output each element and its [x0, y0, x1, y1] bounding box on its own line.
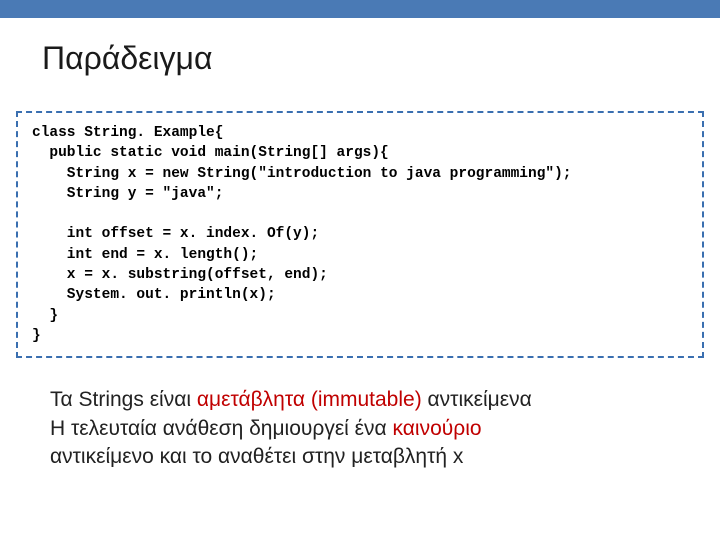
accent-bar — [0, 0, 720, 18]
code-line: int end = x. length(); — [32, 247, 258, 263]
code-line: public static void main(String[] args){ — [32, 145, 389, 161]
explain-text: Η τελευταία ανάθεση δημιουργεί ένα — [50, 417, 393, 440]
highlight-immutable: αμετάβλητα (immutable) — [197, 388, 422, 411]
explain-text: αντικείμενα — [422, 388, 532, 411]
code-string-literal: "introduction to java programming" — [258, 166, 554, 182]
code-line: ; — [215, 186, 224, 202]
code-line: String y = — [32, 186, 163, 202]
code-line: class String. Example{ — [32, 125, 223, 141]
code-line: ); — [554, 166, 571, 182]
explain-line-1: Τα Strings είναι αμετάβλητα (immutable) … — [50, 386, 720, 414]
code-string-literal: "java" — [163, 186, 215, 202]
explain-text: Τα Strings είναι — [50, 388, 197, 411]
highlight-new: καινούριο — [393, 417, 482, 440]
explain-line-2: Η τελευταία ανάθεση δημιουργεί ένα καινο… — [50, 415, 720, 443]
code-line: System. out. println(x); — [32, 287, 276, 303]
code-line: } — [32, 328, 41, 344]
code-line: int offset = x. index. Of(y); — [32, 226, 319, 242]
code-line: String x = new String( — [32, 166, 258, 182]
explanation-text: Τα Strings είναι αμετάβλητα (immutable) … — [50, 386, 720, 471]
slide-title: Παράδειγμα — [0, 18, 720, 77]
explain-line-3: αντικείμενο και το αναθέτει στην μεταβλη… — [50, 443, 720, 471]
code-example-box: class String. Example{ public static voi… — [16, 111, 704, 358]
code-line: } — [32, 308, 58, 324]
code-line: x = x. substring(offset, end); — [32, 267, 328, 283]
